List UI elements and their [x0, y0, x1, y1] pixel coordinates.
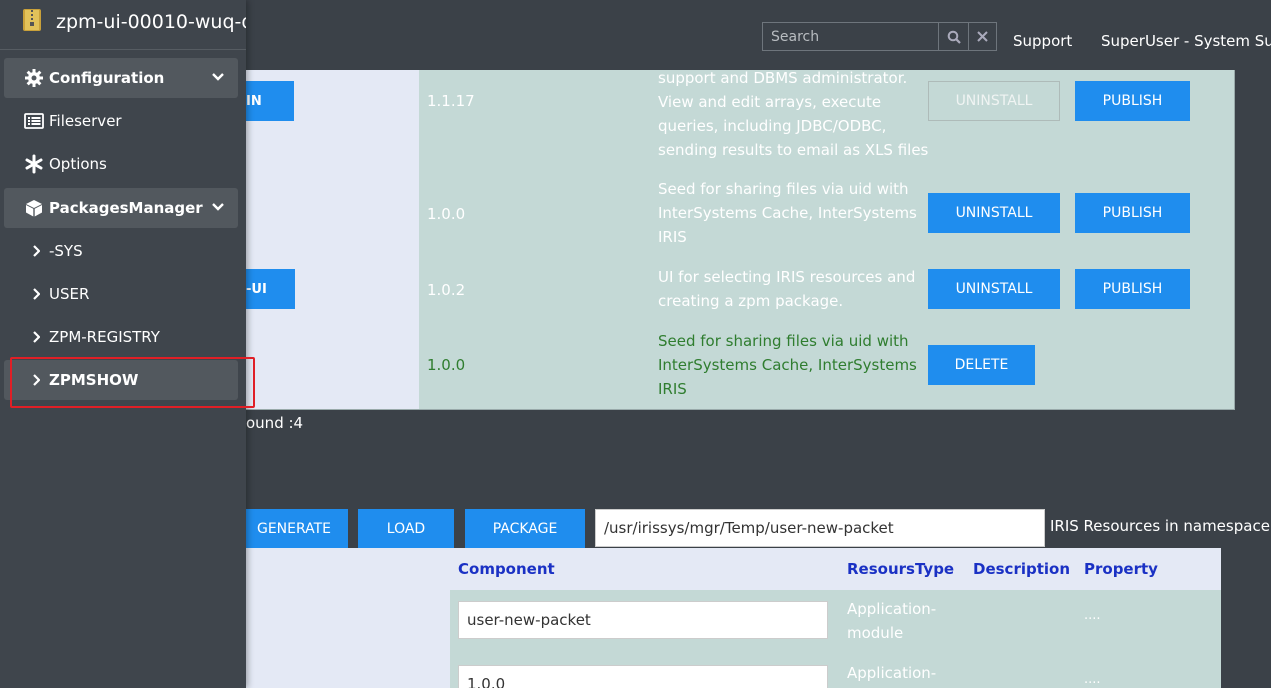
close-icon [977, 31, 988, 42]
uninstall-button[interactable]: UNINSTALL [928, 269, 1060, 309]
sidebar-group-label: Configuration [49, 69, 165, 87]
sidebar-item-user[interactable]: USER [4, 274, 238, 314]
sidebar-group-configuration[interactable]: Configuration [4, 58, 238, 98]
component-input[interactable] [458, 665, 828, 688]
description-line: queries, including JDBC/ODBC, [658, 117, 887, 135]
search-icon [947, 30, 961, 44]
zip-archive-icon [23, 9, 41, 31]
resources-table-body: Application- module .... Application- ..… [450, 590, 1221, 688]
uninstall-button[interactable]: UNINSTALL [928, 193, 1060, 233]
package-version: 1.1.17 [427, 92, 475, 110]
package-description: Seed for sharing files via uid with Inte… [658, 177, 917, 249]
sidebar-group-packagesmanager[interactable]: PackagesManager [4, 188, 238, 228]
description-line: creating a zpm package. [658, 292, 844, 310]
sidebar-item-zpm-registry[interactable]: ZPM-REGISTRY [4, 317, 238, 357]
description-line: InterSystems Cache, InterSystems [658, 204, 917, 222]
chevron-right-icon [33, 245, 40, 257]
sidebar-item-label: ZPM-REGISTRY [49, 328, 160, 346]
package-description: support and DBMS administrator. View and… [658, 70, 928, 162]
publish-button[interactable]: PUBLISH [1075, 269, 1190, 309]
generate-button[interactable]: GENERATE [240, 509, 348, 548]
publish-button[interactable]: PUBLISH [1075, 193, 1190, 233]
sidebar: zpm-ui-00010-wuq-dep Configuration Files… [0, 0, 255, 688]
description-line: Seed for sharing files via uid with [658, 332, 909, 350]
type-line: Application- [847, 600, 937, 618]
uninstall-button[interactable]: UNINSTALL [928, 81, 1060, 121]
search-input[interactable] [762, 22, 940, 51]
description-line: View and edit arrays, execute [658, 93, 882, 111]
chevron-right-icon [33, 331, 40, 343]
package-name-label: IN [246, 93, 262, 109]
sidebar-item-label: -SYS [49, 242, 83, 260]
package-version: 1.0.0 [427, 356, 466, 374]
description-line: Seed for sharing files via uid with [658, 180, 909, 198]
component-input[interactable] [458, 601, 828, 639]
description-line: InterSystems Cache, InterSystems [658, 356, 917, 374]
sidebar-group-label: PackagesManager [49, 199, 203, 217]
type-line: module [847, 624, 904, 642]
package-name-column [246, 70, 419, 409]
publish-button[interactable]: PUBLISH [1075, 81, 1190, 121]
sidebar-item-fileserver[interactable]: Fileserver [4, 101, 238, 141]
resource-type: Application- module [847, 597, 936, 645]
clear-search-button[interactable] [968, 22, 997, 51]
support-link[interactable]: Support [1013, 32, 1072, 50]
resources-left-panel [246, 548, 450, 688]
resources-table-header: Component ResoursType Description Proper… [450, 548, 1221, 590]
package-name-label: -UI [246, 281, 267, 297]
search-button[interactable] [938, 22, 969, 51]
found-count: ound :4 [246, 414, 304, 432]
column-header-property[interactable]: Property [1084, 560, 1158, 578]
package-button[interactable]: PACKAGE [465, 509, 585, 548]
user-menu[interactable]: SuperUser - System Sup [1101, 32, 1271, 50]
description-line: IRIS [658, 228, 687, 246]
description-line: sending results to email as XLS files [658, 141, 929, 159]
list-icon [24, 113, 44, 129]
asterisk-icon [25, 154, 43, 174]
package-description: Seed for sharing files via uid with Inte… [658, 329, 917, 401]
package-name-button[interactable]: -UI [246, 269, 295, 309]
packages-table: IN 1.1.17 support and DBMS administrator… [246, 70, 1235, 410]
sidebar-item-options[interactable]: Options [4, 144, 238, 184]
description-line: support and DBMS administrator. [658, 70, 908, 87]
sidebar-header: zpm-ui-00010-wuq-dep [0, 0, 246, 50]
sidebar-item-label: Fileserver [49, 112, 122, 130]
column-header-component[interactable]: Component [458, 560, 555, 578]
chevron-right-icon [33, 288, 40, 300]
resources-label: IRIS Resources in namespace 'U [1050, 517, 1271, 535]
app-title: zpm-ui-00010-wuq-dep [56, 11, 246, 33]
column-header-description[interactable]: Description [973, 560, 1070, 578]
chevron-down-icon [212, 203, 224, 211]
type-line: Application- [847, 664, 937, 682]
description-line: UI for selecting IRIS resources and [658, 268, 916, 286]
property-value: .... [1084, 672, 1101, 687]
description-line: IRIS [658, 380, 687, 398]
highlight-annotation [10, 357, 255, 408]
delete-button[interactable]: DELETE [928, 345, 1035, 385]
cube-icon [26, 200, 42, 217]
gear-icon [25, 69, 43, 87]
package-path-input[interactable] [595, 509, 1045, 547]
package-version: 1.0.0 [427, 205, 466, 223]
column-header-resourstype[interactable]: ResoursType [847, 560, 954, 578]
sidebar-item-label: USER [49, 285, 90, 303]
load-button[interactable]: LOAD [358, 509, 454, 548]
resource-type: Application- [847, 661, 936, 685]
package-name-button[interactable]: IN [246, 81, 294, 121]
package-description: UI for selecting IRIS resources and crea… [658, 265, 915, 313]
package-version: 1.0.2 [427, 281, 466, 299]
property-value: .... [1084, 608, 1101, 623]
sidebar-item-sys[interactable]: -SYS [4, 231, 238, 271]
sidebar-item-label: Options [49, 155, 107, 173]
chevron-down-icon [212, 73, 224, 81]
